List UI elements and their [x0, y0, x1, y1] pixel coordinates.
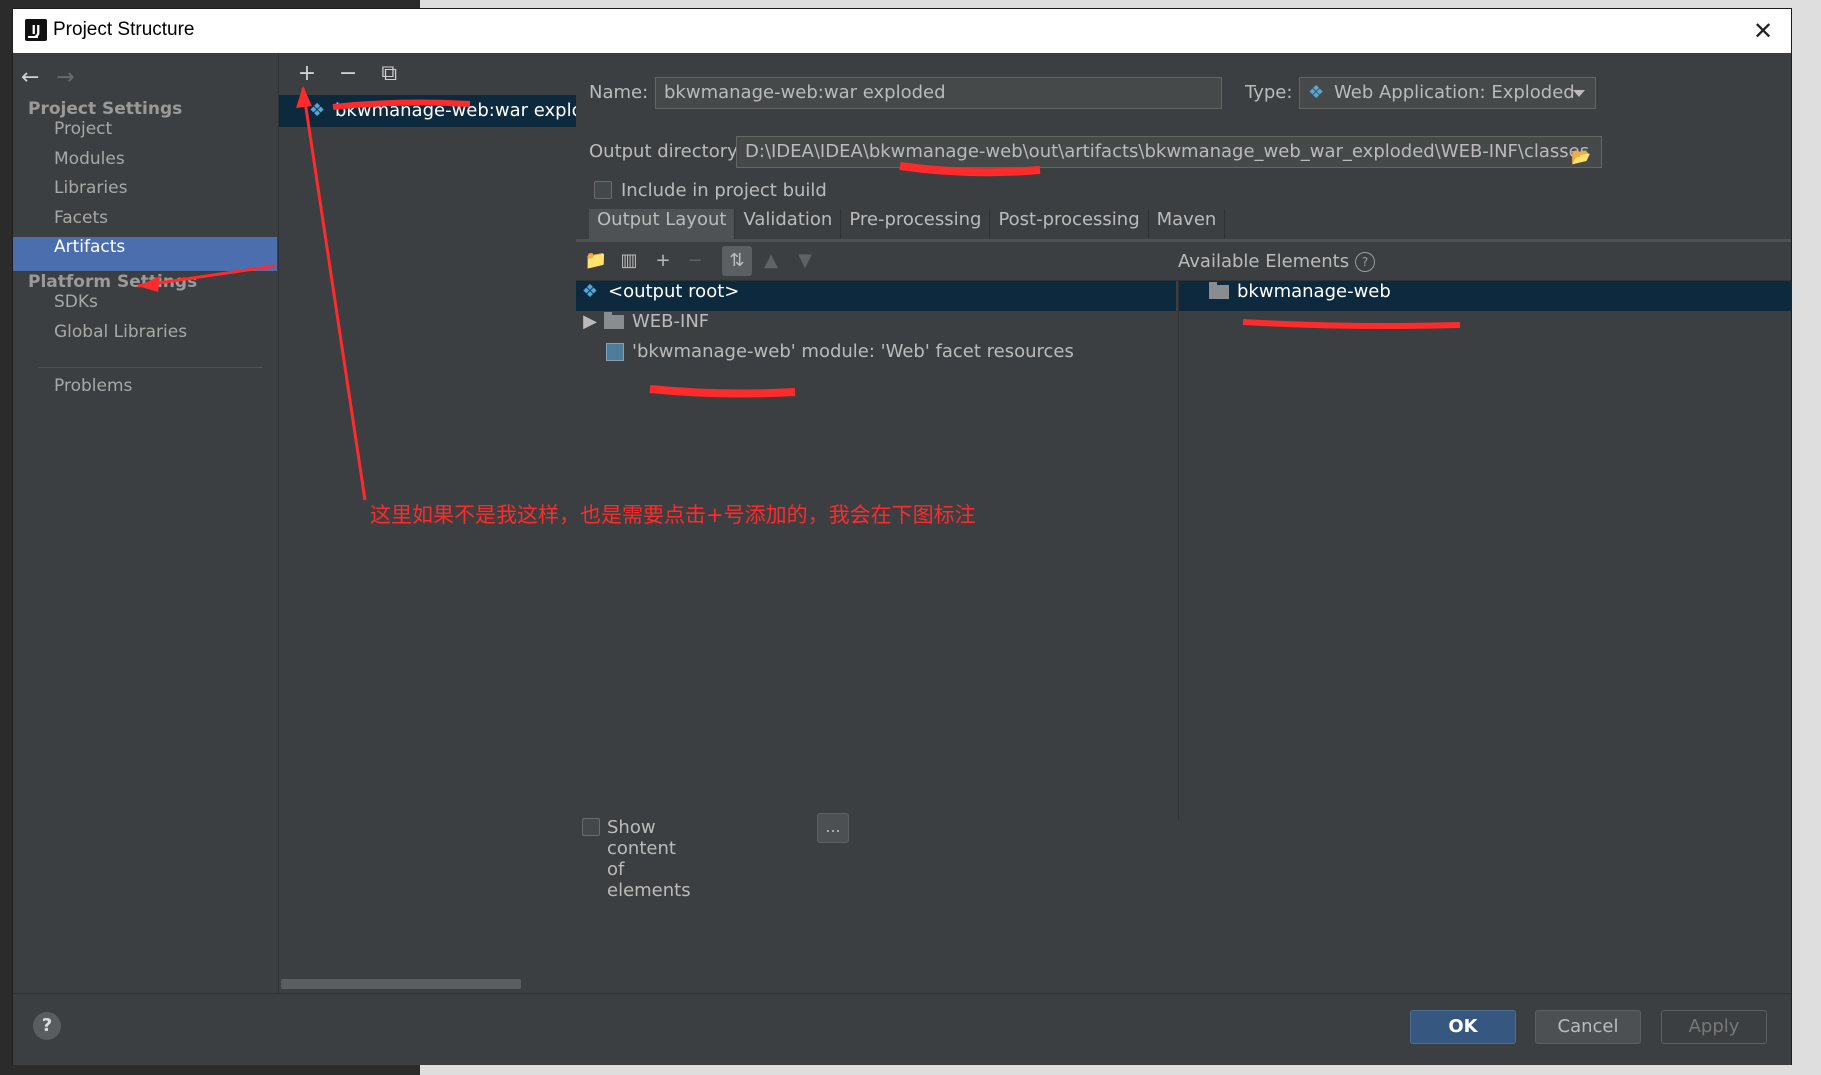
show-content-checkbox[interactable]	[582, 818, 600, 836]
nav-item-problems[interactable]: Problems	[13, 376, 277, 410]
remove-element-icon[interactable]: −	[680, 246, 710, 276]
background-app-strip	[0, 0, 13, 1075]
module-icon	[606, 343, 624, 361]
help-icon[interactable]: ?	[1355, 252, 1376, 272]
settings-nav: ← → Project Settings Project Modules Lib…	[13, 53, 277, 993]
output-directory-label: Output directory:	[589, 141, 743, 162]
tab-validation[interactable]: Validation	[735, 209, 842, 239]
tree-item-facet-resources[interactable]: 'bkwmanage-web' module: 'Web' facet reso…	[606, 341, 1074, 371]
project-structure-dialog: IJ Project Structure ✕ ← → Project Setti…	[13, 9, 1792, 1065]
chevron-down-icon	[1573, 90, 1585, 97]
artifact-item-label: bkwmanage-web:war exploded	[335, 100, 576, 121]
add-artifact-icon[interactable]: +	[289, 59, 325, 89]
nav-item-artifacts[interactable]: Artifacts	[13, 237, 277, 271]
output-directory-value: D:\IDEA\IDEA\bkwmanage-web\out\artifacts…	[745, 141, 1590, 162]
tab-maven[interactable]: Maven	[1148, 209, 1226, 239]
copy-artifact-icon[interactable]: ⧉	[371, 59, 407, 89]
create-archive-icon[interactable]: ▥	[614, 246, 644, 276]
remove-artifact-icon[interactable]: −	[330, 59, 366, 89]
artifact-type-value: Web Application: Exploded	[1334, 82, 1575, 103]
available-elements-heading: Available Elements?	[1178, 251, 1376, 272]
sort-elements-icon[interactable]: ⇅	[722, 246, 752, 276]
show-content-options-button[interactable]: ...	[817, 813, 849, 843]
nav-divider	[38, 367, 263, 368]
available-item-module[interactable]: bkwmanage-web	[1179, 281, 1792, 311]
nav-item-libraries[interactable]: Libraries	[13, 178, 277, 212]
web-app-icon: ❖	[1308, 82, 1325, 103]
tab-post-processing[interactable]: Post-processing	[990, 209, 1149, 239]
nav-item-sdks[interactable]: SDKs	[13, 292, 277, 326]
output-directory-input[interactable]: D:\IDEA\IDEA\bkwmanage-web\out\artifacts…	[736, 136, 1602, 168]
folder-icon	[604, 312, 624, 329]
background-app-top	[0, 0, 420, 9]
add-copy-icon[interactable]: +	[648, 246, 678, 276]
tree-item-web-inf[interactable]: ▶ WEB-INF	[576, 311, 709, 341]
window-title: Project Structure	[53, 19, 195, 40]
nav-item-project[interactable]: Project	[13, 119, 277, 153]
forward-arrow-icon[interactable]: →	[56, 65, 86, 90]
nav-item-global-libraries[interactable]: Global Libraries	[13, 322, 277, 356]
artifact-name-input[interactable]: bkwmanage-web:war exploded	[655, 77, 1222, 109]
type-label: Type:	[1245, 82, 1293, 103]
move-down-icon[interactable]: ▼	[790, 246, 820, 276]
nav-history: ← →	[21, 65, 86, 90]
module-folder-icon	[1209, 282, 1229, 299]
horizontal-scrollbar[interactable]	[281, 979, 521, 989]
artifact-tabs: Output Layout Validation Pre-processing Pos…	[589, 209, 1226, 239]
output-root-icon: ❖	[581, 281, 599, 302]
help-button[interactable]: ?	[33, 1012, 61, 1040]
artifact-list-item[interactable]: ❖ bkwmanage-web:war exploded	[279, 95, 576, 127]
close-icon[interactable]: ✕	[1749, 17, 1777, 45]
expand-arrow-icon[interactable]: ▶	[580, 311, 600, 332]
artifact-type-select[interactable]: ❖ Web Application: Exploded	[1299, 77, 1596, 109]
title-bar: IJ Project Structure ✕	[13, 9, 1791, 53]
include-build-label[interactable]: Include in project build	[621, 180, 827, 201]
artifact-list-toolbar: + − ⧉	[289, 59, 407, 91]
intellij-app-icon: IJ	[25, 19, 47, 41]
back-arrow-icon[interactable]: ←	[21, 65, 51, 90]
available-elements-tree: bkwmanage-web	[1178, 281, 1792, 821]
tab-pre-processing[interactable]: Pre-processing	[841, 209, 991, 239]
web-artifact-icon: ❖	[309, 100, 326, 121]
annotation-note: 这里如果不是我这样，也是需要点击+号添加的，我会在下图标注	[370, 503, 976, 527]
browse-folder-icon[interactable]: 📂	[1571, 142, 1595, 166]
project-settings-header: Project Settings	[28, 99, 183, 119]
show-content-label[interactable]: Show content of elements	[607, 817, 691, 901]
tab-output-layout[interactable]: Output Layout	[589, 209, 736, 239]
layout-toolbar: 📁 ▥ + − ⇅ ▲ ▼ Available Elements?	[576, 242, 1791, 281]
include-build-checkbox[interactable]	[594, 181, 612, 199]
create-directory-icon[interactable]: 📁	[581, 246, 611, 276]
ok-button[interactable]: OK	[1410, 1010, 1516, 1044]
platform-settings-header: Platform Settings	[28, 272, 198, 292]
tree-item-output-root[interactable]: ❖ <output root>	[576, 281, 1176, 311]
move-up-icon[interactable]: ▲	[756, 246, 786, 276]
name-label: Name:	[589, 82, 649, 103]
dialog-footer: ? OK Cancel Apply	[13, 993, 1791, 1065]
apply-button[interactable]: Apply	[1661, 1010, 1767, 1044]
cancel-button[interactable]: Cancel	[1535, 1010, 1641, 1044]
output-layout-tree: ❖ <output root> ▶ WEB-INF 'bkwmanage-web' …	[576, 281, 1176, 821]
